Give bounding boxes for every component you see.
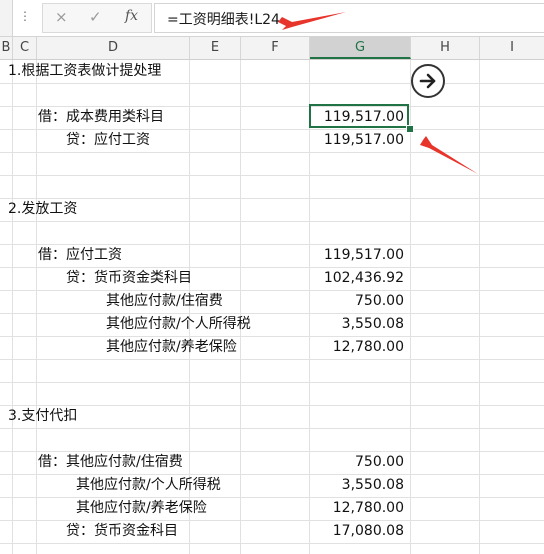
- journal-entry-amount[interactable]: 3,550.08: [312, 476, 404, 494]
- section-heading[interactable]: 2.发放工资: [8, 200, 77, 218]
- grid-line: [0, 497, 544, 498]
- active-cell-selection[interactable]: [309, 104, 409, 128]
- grid-line: [0, 520, 544, 521]
- journal-entry-amount[interactable]: 119,517.00: [312, 131, 404, 149]
- section-heading[interactable]: 1.根据工资表做计提处理: [8, 62, 161, 80]
- grid-line: [0, 83, 544, 84]
- spreadsheet-grid[interactable]: 1.根据工资表做计提处理 借：成本费用类科目 119,517.00 贷：应付工资…: [0, 60, 544, 554]
- more-options-icon[interactable]: ⋮: [19, 9, 31, 23]
- journal-entry-label[interactable]: 贷：货币资金类科目: [66, 269, 192, 287]
- column-header-G[interactable]: G: [310, 37, 411, 59]
- column-header-C[interactable]: C: [13, 37, 37, 59]
- journal-entry-label[interactable]: 贷：货币资金科目: [66, 522, 178, 540]
- grid-line: [0, 152, 544, 153]
- journal-entry-amount[interactable]: 119,517.00: [312, 246, 404, 264]
- grid-line: [36, 60, 37, 554]
- grid-line: [0, 543, 544, 544]
- journal-entry-label[interactable]: 其他应付款/个人所得税: [106, 315, 251, 333]
- column-header-E[interactable]: E: [190, 37, 241, 59]
- grid-line: [0, 313, 544, 314]
- insert-function-button[interactable]: fx: [125, 8, 138, 24]
- grid-line: [309, 60, 310, 554]
- formula-text: =工资明细表!L24: [167, 12, 280, 28]
- journal-entry-amount[interactable]: 3,550.08: [312, 315, 404, 333]
- grid-line: [0, 428, 544, 429]
- journal-entry-amount[interactable]: 12,780.00: [312, 338, 404, 356]
- column-header-row: B C D E F G H I: [0, 37, 544, 60]
- grid-line: [479, 60, 480, 554]
- grid-line: [0, 244, 544, 245]
- grid-line: [0, 474, 544, 475]
- journal-entry-label[interactable]: 借：成本费用类科目: [38, 108, 164, 126]
- journal-entry-label[interactable]: 贷：应付工资: [66, 131, 150, 149]
- journal-entry-label[interactable]: 其他应付款/个人所得税: [76, 476, 221, 494]
- cancel-icon[interactable]: ×: [55, 8, 68, 26]
- column-header-H[interactable]: H: [411, 37, 480, 59]
- journal-entry-label[interactable]: 其他应付款/养老保险: [76, 499, 207, 517]
- grid-line: [0, 267, 544, 268]
- journal-entry-amount[interactable]: 750.00: [312, 292, 404, 310]
- grid-line: [240, 60, 241, 554]
- grid-line: [0, 129, 544, 130]
- grid-line: [410, 60, 411, 554]
- grid-line: [0, 451, 544, 452]
- grid-line: [0, 359, 544, 360]
- arrow-right-circle-icon[interactable]: [411, 64, 445, 98]
- column-header-F[interactable]: F: [241, 37, 310, 59]
- formula-input[interactable]: =工资明细表!L24: [154, 3, 544, 33]
- column-header-D[interactable]: D: [37, 37, 190, 59]
- fill-handle[interactable]: [406, 125, 414, 133]
- enter-icon[interactable]: ✓: [89, 8, 102, 26]
- grid-line: [0, 198, 544, 199]
- formula-bar-buttons: × ✓ fx: [42, 3, 152, 33]
- formula-bar: ⋮ × ✓ fx =工资明细表!L24: [0, 0, 544, 37]
- column-header-I[interactable]: I: [480, 37, 544, 59]
- grid-line: [0, 221, 544, 222]
- grid-line: [0, 106, 544, 107]
- journal-entry-label[interactable]: 借：其他应付款/住宿费: [38, 453, 183, 471]
- grid-line: [0, 290, 544, 291]
- journal-entry-amount[interactable]: 17,080.08: [312, 522, 404, 540]
- section-heading[interactable]: 3.支付代扣: [8, 407, 77, 425]
- journal-entry-amount[interactable]: 102,436.92: [312, 269, 404, 287]
- grid-line: [0, 336, 544, 337]
- journal-entry-amount[interactable]: 12,780.00: [312, 499, 404, 517]
- journal-entry-label[interactable]: 其他应付款/住宿费: [106, 292, 223, 310]
- grid-line: [0, 405, 544, 406]
- grid-line: [12, 60, 13, 554]
- column-header-B[interactable]: B: [0, 37, 13, 59]
- grid-line: [0, 382, 544, 383]
- journal-entry-label[interactable]: 借：应付工资: [38, 246, 122, 264]
- journal-entry-label[interactable]: 其他应付款/养老保险: [106, 338, 237, 356]
- formula-bar-edge: [0, 0, 13, 36]
- grid-line: [0, 175, 544, 176]
- journal-entry-amount[interactable]: 750.00: [312, 453, 404, 471]
